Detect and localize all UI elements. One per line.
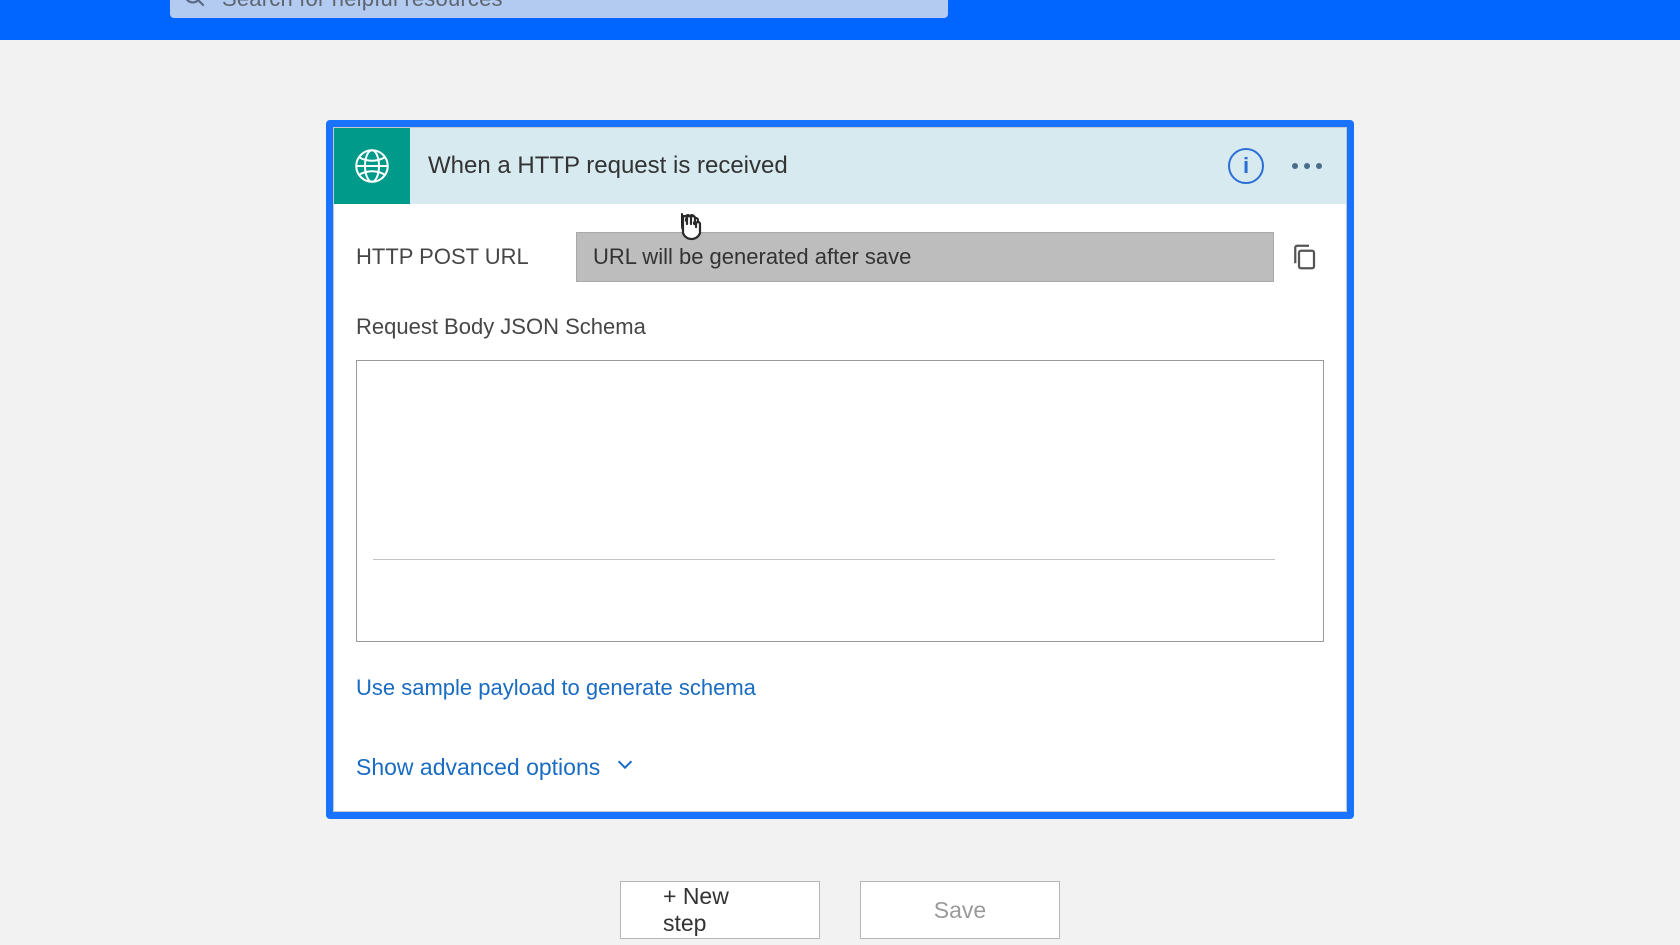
chevron-down-icon: [614, 753, 636, 781]
http-post-url-row: HTTP POST URL URL will be generated afte…: [356, 232, 1324, 282]
http-post-url-field: URL will be generated after save: [576, 232, 1274, 282]
trigger-title: When a HTTP request is received: [410, 152, 1228, 180]
top-bar: Search for helpful resources: [0, 0, 1680, 40]
more-icon[interactable]: [1286, 146, 1328, 186]
copy-url-button[interactable]: [1284, 237, 1324, 277]
flow-canvas: When a HTTP request is received i HTTP P…: [0, 40, 1680, 945]
schema-label: Request Body JSON Schema: [356, 314, 1324, 340]
trigger-card[interactable]: When a HTTP request is received i HTTP P…: [333, 127, 1347, 812]
advanced-options-label: Show advanced options: [356, 754, 600, 781]
trigger-body: HTTP POST URL URL will be generated afte…: [334, 204, 1346, 811]
schema-textarea[interactable]: [356, 360, 1324, 642]
info-icon[interactable]: i: [1228, 148, 1264, 184]
trigger-header[interactable]: When a HTTP request is received i: [334, 128, 1346, 204]
trigger-card-selection: When a HTTP request is received i HTTP P…: [326, 120, 1354, 819]
footer-buttons: + New step Save: [0, 881, 1680, 939]
show-advanced-options[interactable]: Show advanced options: [356, 753, 1324, 781]
use-sample-payload-link[interactable]: Use sample payload to generate schema: [356, 675, 756, 701]
http-request-icon: [334, 128, 410, 204]
search-placeholder: Search for helpful resources: [222, 0, 503, 12]
search-box[interactable]: Search for helpful resources: [170, 0, 948, 18]
search-icon: [182, 0, 208, 15]
http-post-url-label: HTTP POST URL: [356, 244, 566, 270]
new-step-button[interactable]: + New step: [620, 881, 820, 939]
save-button[interactable]: Save: [860, 881, 1060, 939]
